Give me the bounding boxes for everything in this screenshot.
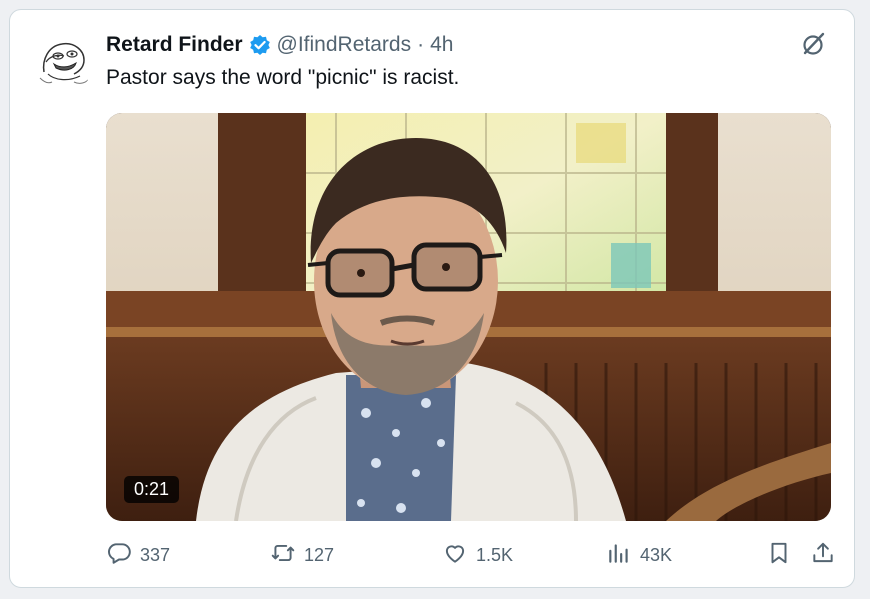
views-icon <box>606 540 632 571</box>
video-thumbnail <box>106 113 831 521</box>
views-button[interactable]: 43K <box>606 540 672 570</box>
repost-icon <box>270 540 296 571</box>
like-button[interactable]: 1.5K <box>442 540 513 570</box>
tweet-actions: 337 127 1.5K 43K <box>106 540 836 570</box>
repost-button[interactable]: 127 <box>270 540 334 570</box>
like-icon <box>442 540 468 571</box>
video-duration: 0:21 <box>124 476 180 503</box>
views-count: 43K <box>640 544 673 565</box>
tweet-card[interactable]: Retard Finder @IfindRetards · 4h Pastor … <box>9 9 855 588</box>
handle[interactable]: @IfindRetards <box>277 33 412 57</box>
avatar[interactable] <box>34 32 94 92</box>
repost-count: 127 <box>304 544 335 565</box>
bookmark-icon <box>766 540 792 571</box>
verified-badge-icon[interactable] <box>249 34 271 56</box>
reply-count: 337 <box>140 544 171 565</box>
like-count: 1.5K <box>476 544 514 565</box>
timestamp[interactable]: 4h <box>430 33 453 57</box>
tweet-text: Pastor says the word "picnic" is racist. <box>106 66 460 89</box>
video-player[interactable]: 0:21 <box>106 113 831 521</box>
share-button[interactable] <box>810 540 836 570</box>
grok-icon[interactable] <box>800 30 828 58</box>
display-name[interactable]: Retard Finder <box>106 33 243 57</box>
tweet-header: Retard Finder @IfindRetards · 4h <box>106 32 453 58</box>
reply-button[interactable]: 337 <box>106 540 170 570</box>
separator-dot: · <box>417 33 425 56</box>
share-icon <box>810 540 836 571</box>
bookmark-button[interactable] <box>766 540 792 570</box>
reply-icon <box>106 540 132 571</box>
